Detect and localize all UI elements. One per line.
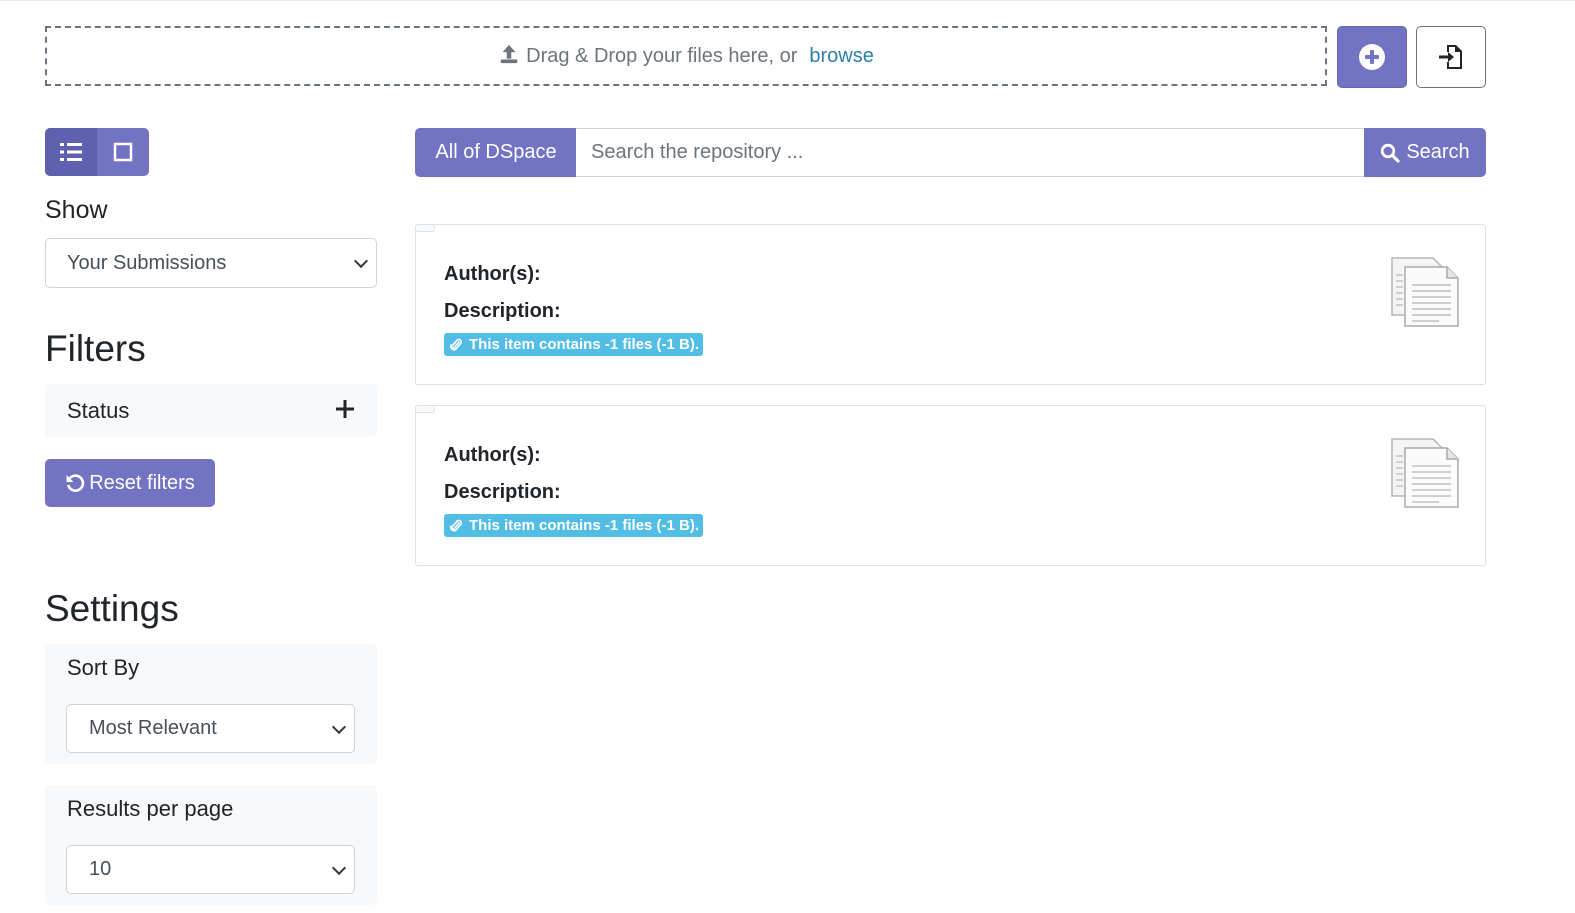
description-label: Description: [444, 300, 561, 322]
description-label: Description: [444, 481, 561, 503]
chevron-down-icon [353, 253, 369, 269]
search-result-item[interactable]: Author(s): Description: This item contai… [415, 405, 1486, 566]
file-count-text: This item contains -1 files (-1 B). [469, 517, 700, 534]
file-count-badge: This item contains -1 files (-1 B). [444, 514, 704, 537]
paperclip-icon [450, 519, 462, 532]
author-label: Author(s): [444, 444, 541, 466]
document-thumbnail-icon [1391, 438, 1459, 508]
search-icon [1381, 143, 1400, 163]
file-import-icon [1439, 45, 1462, 69]
result-type-tab [415, 405, 435, 413]
chevron-down-icon [331, 719, 347, 734]
plus-icon [336, 400, 354, 418]
top-divider [0, 0, 1575, 1]
undo-icon [66, 474, 85, 492]
filter-status-label: Status [67, 397, 130, 423]
file-count-badge: This item contains -1 files (-1 B). [444, 333, 704, 356]
filter-status-toggle[interactable]: Status [45, 384, 377, 437]
sort-by-select[interactable]: Most Relevant [66, 704, 355, 753]
plus-circle-icon [1359, 44, 1385, 70]
dropzone-text: Drag & Drop your files here, or [526, 44, 798, 67]
chevron-down-icon [331, 860, 347, 875]
sort-by-panel: Sort By Most Relevant [45, 644, 377, 764]
author-label: Author(s): [444, 263, 541, 285]
search-button[interactable]: Search [1364, 128, 1486, 177]
browse-link[interactable]: browse [809, 45, 873, 68]
reset-filters-button[interactable]: Reset filters [45, 459, 215, 507]
settings-heading: Settings [45, 588, 179, 629]
list-view-icon [60, 143, 82, 161]
document-thumbnail-icon [1391, 257, 1459, 327]
list-view-button[interactable] [45, 128, 97, 176]
upload-icon [500, 44, 518, 64]
sort-by-label: Sort By [67, 655, 140, 680]
show-select[interactable]: Your Submissions [45, 238, 377, 288]
add-submission-button[interactable] [1337, 26, 1407, 88]
filters-heading: Filters [45, 328, 146, 369]
search-button-label: Search [1406, 141, 1470, 163]
result-type-tab [415, 224, 435, 232]
import-button[interactable] [1416, 26, 1486, 88]
grid-view-button[interactable] [97, 128, 149, 176]
search-input[interactable] [576, 128, 1365, 177]
results-per-page-label: Results per page [67, 796, 234, 821]
reset-filters-label: Reset filters [89, 471, 195, 494]
file-dropzone[interactable]: Drag & Drop your files here, or browse [45, 26, 1327, 86]
search-result-item[interactable]: Author(s): Description: This item contai… [415, 224, 1486, 385]
search-scope-button[interactable]: All of DSpace [415, 128, 577, 177]
results-per-page-select[interactable]: 10 [66, 845, 355, 894]
grid-view-icon [113, 142, 133, 162]
show-select-value: Your Submissions [67, 251, 227, 274]
show-label: Show [45, 196, 108, 224]
view-mode-toggle [45, 128, 149, 176]
results-per-page-panel: Results per page 10 [45, 785, 377, 905]
paperclip-icon [450, 338, 462, 351]
file-count-text: This item contains -1 files (-1 B). [469, 336, 700, 353]
results-per-page-value: 10 [89, 858, 112, 880]
sort-by-value: Most Relevant [89, 717, 217, 739]
